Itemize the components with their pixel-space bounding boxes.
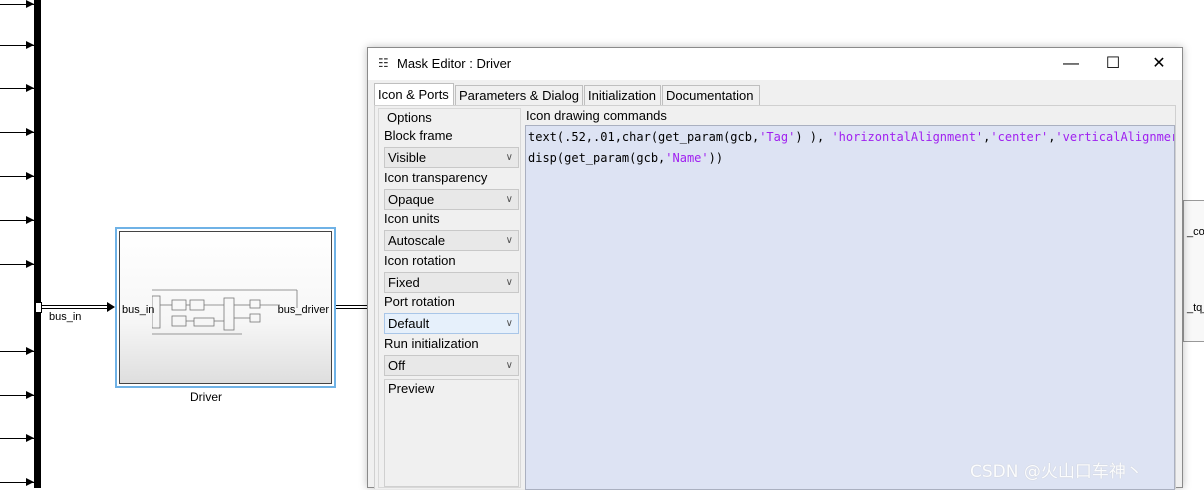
icon-commands-editor[interactable]: text(.52,.01,char(get_param(gcb,'Tag') )… [525,125,1175,490]
block-frame-value: Visible [388,150,427,165]
right-block-label: _tq_ [1187,302,1204,314]
bus-driver-signal-line[interactable] [336,308,368,309]
tab-documentation[interactable]: Documentation [662,85,760,105]
tab-content: Options Block frame Visible ∨ Icon trans… [374,105,1176,490]
tab-icon-ports[interactable]: Icon & Ports [374,83,454,105]
icon-units-select[interactable]: Autoscale ∨ [384,230,519,251]
input-line[interactable] [0,347,34,355]
chevron-down-icon: ∨ [505,194,513,205]
block-body: bus_in bus_driver [119,231,332,384]
chevron-down-icon: ∨ [505,235,513,246]
preview-label: Preview [388,381,435,396]
chevron-down-icon: ∨ [505,152,513,163]
arrowhead-icon [107,302,115,312]
mask-editor-window[interactable]: ☷ Mask Editor : Driver — ☐ ✕ Icon & Port… [367,47,1183,490]
icon-units-label: Icon units [384,211,440,226]
driver-subsystem-block[interactable]: bus_in bus_driver [115,227,336,388]
code-line-1: text(.52,.01,char(get_param(gcb,'Tag') )… [528,130,1175,144]
icon-rotation-select[interactable]: Fixed ∨ [384,272,519,293]
block-frame-select[interactable]: Visible ∨ [384,147,519,168]
input-line[interactable] [0,216,34,224]
minimize-button[interactable]: — [1048,48,1094,80]
block-in-port-label: bus_in [122,304,155,316]
port-rotation-select[interactable]: Default ∨ [384,313,519,334]
signal-label-bus-in[interactable]: bus_in [49,311,81,323]
chevron-down-icon: ∨ [505,318,513,329]
port-rotation-label: Port rotation [384,294,455,309]
input-line[interactable] [0,0,34,8]
chevron-down-icon: ∨ [505,277,513,288]
input-line[interactable] [0,260,34,268]
bus-signal-line[interactable] [41,305,107,306]
icon-commands-title: Icon drawing commands [526,108,667,123]
input-line[interactable] [0,391,34,399]
input-line[interactable] [0,128,34,136]
title-bar[interactable]: ☷ Mask Editor : Driver — ☐ ✕ [368,48,1182,80]
input-line[interactable] [0,434,34,442]
input-line[interactable] [0,84,34,92]
options-panel: Options Block frame Visible ∨ Icon trans… [378,108,521,488]
icon-rotation-value: Fixed [388,275,420,290]
port-rotation-value: Default [388,316,430,331]
run-initialization-select[interactable]: Off ∨ [384,355,519,376]
icon-units-value: Autoscale [388,233,446,248]
block-name-label[interactable]: Driver [190,390,222,404]
run-initialization-label: Run initialization [384,336,479,351]
subsystem-thumbnail-icon [152,289,298,335]
tab-initialization[interactable]: Initialization [584,85,661,105]
code-line-2: disp(get_param(gcb,'Name')) [528,151,724,165]
watermark: CSDN @火山口车神丶 [970,462,1143,482]
bus-signal-line[interactable] [41,308,107,309]
input-line[interactable] [0,172,34,180]
right-block-label: _cor [1187,226,1204,238]
run-initialization-value: Off [388,358,406,373]
bus-driver-signal-line[interactable] [336,305,368,306]
icon-transparency-value: Opaque [388,192,435,207]
icon-transparency-label: Icon transparency [384,170,488,185]
input-line[interactable] [0,478,34,486]
input-line[interactable] [0,41,34,49]
bus-creator-bar[interactable] [34,0,41,488]
window-title: Mask Editor : Driver [397,56,512,71]
maximize-button[interactable]: ☐ [1090,48,1136,80]
icon-transparency-select[interactable]: Opaque ∨ [384,189,519,210]
partial-block-right[interactable] [1183,200,1204,342]
block-frame-label: Block frame [384,128,453,143]
app-icon: ☷ [378,56,389,70]
preview-panel: Preview [384,379,519,487]
tab-parameters-dialog[interactable]: Parameters & Dialog [455,85,583,105]
icon-rotation-label: Icon rotation [384,253,456,268]
chevron-down-icon: ∨ [505,360,513,371]
close-button[interactable]: ✕ [1136,48,1182,80]
options-title: Options [387,110,432,125]
